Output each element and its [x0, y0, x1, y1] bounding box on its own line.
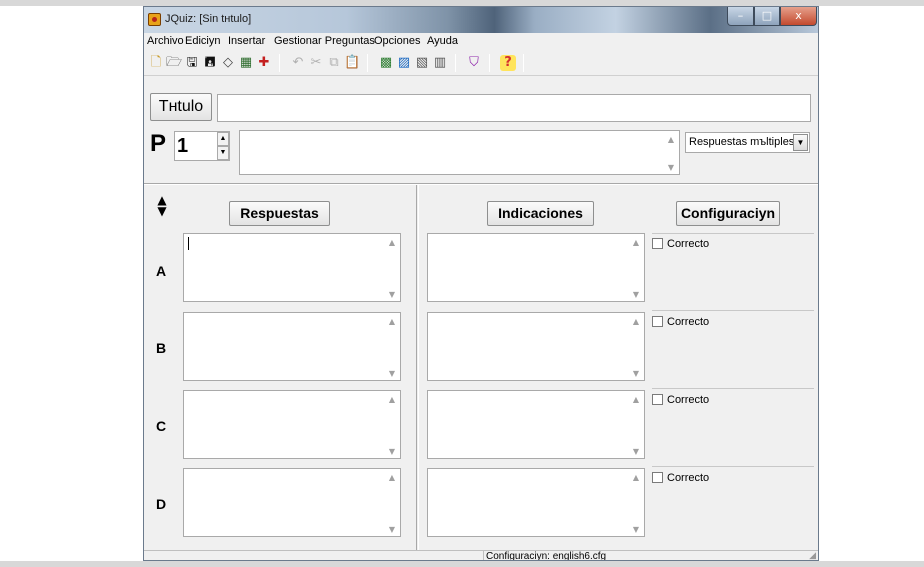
save-as-icon[interactable]: 🖪 — [202, 55, 218, 71]
checkbox-icon[interactable] — [652, 394, 663, 405]
menu-gestionar-preguntas[interactable]: Gestionar Preguntas — [274, 35, 375, 47]
undo-icon[interactable]: ↶ — [290, 55, 306, 71]
respuestas-button[interactable]: Respuestas — [229, 201, 330, 226]
indicaciones-button[interactable]: Indicaciones — [487, 201, 594, 226]
checkbox-icon[interactable] — [652, 316, 663, 327]
correct-a-checkbox[interactable]: Correcto — [652, 238, 709, 250]
answer-a-field[interactable]: ▲ ▼ — [183, 233, 401, 302]
answer-c-scrollbar[interactable]: ▲ ▼ — [384, 391, 400, 458]
menu-bar: Archivo Ediciуn Insertar Gestionar Pregu… — [144, 33, 818, 50]
feedback-c-scrollbar[interactable]: ▲ ▼ — [628, 391, 644, 458]
jquiz-window: JQuiz: [Sin tнtulo] – □ x Archivo Ediciу… — [143, 6, 819, 561]
correct-a-label: Correcto — [667, 238, 710, 250]
arrow-down-icon[interactable]: ✚ — [256, 55, 272, 71]
configuracion-button[interactable]: Configuraciуn — [676, 201, 780, 226]
row-label-b: B — [156, 340, 167, 356]
toolbar-separator — [367, 54, 368, 72]
question-type-value: Respuestas mъltiples — [689, 136, 795, 148]
question-label: P — [150, 130, 167, 157]
toolbar-separator — [279, 54, 280, 72]
answer-c-field[interactable]: ▲ ▼ — [183, 390, 401, 459]
paste-icon[interactable]: 📋 — [344, 55, 360, 71]
save-icon[interactable]: 🖫 — [184, 55, 200, 71]
panel-separator — [416, 185, 419, 550]
status-config: Configuraciуn: english6.cfg — [483, 551, 606, 560]
text-cursor — [188, 237, 189, 250]
reorder-arrows-icon[interactable]: ▲ ▼ — [151, 194, 173, 225]
open-icon[interactable]: 🗁 — [166, 55, 182, 71]
minimize-button[interactable]: – — [727, 7, 754, 26]
window-title: JQuiz: [Sin tнtulo] — [165, 13, 252, 25]
feedback-d-scrollbar[interactable]: ▲ ▼ — [628, 469, 644, 536]
toolbar-separator — [489, 54, 490, 72]
row-separator — [652, 466, 814, 467]
question-text-area[interactable]: ▲ ▼ — [239, 130, 680, 175]
answer-d-field[interactable]: ▲ ▼ — [183, 468, 401, 537]
question-scrollbar[interactable]: ▲ ▼ — [663, 131, 679, 174]
row-label-d: D — [156, 496, 167, 512]
correct-d-label: Correcto — [667, 472, 710, 484]
toolbar-separator — [523, 54, 524, 72]
menu-opciones[interactable]: Opciones — [374, 35, 420, 47]
feedback-a-field[interactable]: ▲ ▼ — [427, 233, 645, 302]
correct-c-checkbox[interactable]: Correcto — [652, 394, 709, 406]
checkbox-icon[interactable] — [652, 238, 663, 249]
spinner-down-icon[interactable]: ▼ — [217, 146, 229, 160]
delete-answer-icon[interactable]: ▥ — [432, 55, 448, 71]
new-icon[interactable]: 🗋 — [148, 55, 164, 71]
question-number: 1 — [177, 135, 189, 157]
toolbar: 🗋 🗁 🖫 🖪 ◇ ▦ ✚ ↶ ✂ ⧉ 📋 ▩ ▨ ▧ ▥ ⛉ ? — [144, 50, 818, 76]
copy-icon[interactable]: ⧉ — [326, 55, 342, 71]
correct-b-checkbox[interactable]: Correcto — [652, 316, 709, 328]
correct-d-checkbox[interactable]: Correcto — [652, 472, 709, 484]
row-label-a: A — [156, 263, 167, 279]
close-button[interactable]: x — [780, 7, 817, 26]
row-separator — [652, 388, 814, 389]
feedback-d-field[interactable]: ▲ ▼ — [427, 468, 645, 537]
feedback-c-field[interactable]: ▲ ▼ — [427, 390, 645, 459]
edit-question-icon[interactable]: ▨ — [396, 55, 412, 71]
title-bar[interactable]: JQuiz: [Sin tнtulo] – □ x — [144, 7, 818, 33]
feedback-b-field[interactable]: ▲ ▼ — [427, 312, 645, 381]
title-button[interactable]: Tнtulo — [150, 93, 212, 121]
correct-c-label: Correcto — [667, 394, 710, 406]
screen-bottom-border — [0, 561, 924, 567]
export-icon[interactable]: ▦ — [238, 55, 254, 71]
cut-icon[interactable]: ✂ — [308, 55, 324, 71]
feedback-b-scrollbar[interactable]: ▲ ▼ — [628, 313, 644, 380]
question-type-select[interactable]: Respuestas mъltiples ▼ — [685, 132, 810, 153]
checkbox-icon[interactable] — [652, 472, 663, 483]
row-separator — [652, 233, 814, 234]
correct-b-label: Correcto — [667, 316, 710, 328]
menu-ayuda[interactable]: Ayuda — [427, 35, 458, 47]
eraser-icon[interactable]: ◇ — [220, 55, 236, 71]
app-icon — [148, 13, 161, 26]
export-web-icon[interactable]: ⛉ — [466, 55, 482, 71]
menu-edicion[interactable]: Ediciуn — [185, 35, 220, 47]
feedback-a-scrollbar[interactable]: ▲ ▼ — [628, 234, 644, 301]
title-input[interactable] — [217, 94, 811, 122]
row-label-c: C — [156, 418, 167, 434]
answer-b-field[interactable]: ▲ ▼ — [183, 312, 401, 381]
question-number-spinner[interactable]: 1 ▲ ▼ — [174, 131, 230, 161]
answer-a-scrollbar[interactable]: ▲ ▼ — [384, 234, 400, 301]
toolbar-separator — [455, 54, 456, 72]
help-icon[interactable]: ? — [500, 55, 516, 71]
resize-grip-icon[interactable]: ◢ — [809, 551, 816, 560]
header-separator — [144, 183, 818, 185]
menu-insertar[interactable]: Insertar — [228, 35, 265, 47]
chevron-down-icon[interactable]: ▼ — [793, 134, 808, 151]
menu-archivo[interactable]: Archivo — [147, 35, 184, 47]
add-answer-icon[interactable]: ▧ — [414, 55, 430, 71]
answer-d-scrollbar[interactable]: ▲ ▼ — [384, 469, 400, 536]
answer-b-scrollbar[interactable]: ▲ ▼ — [384, 313, 400, 380]
maximize-button[interactable]: □ — [754, 7, 780, 26]
row-separator — [652, 310, 814, 311]
status-bar: Configuraciуn: english6.cfg ◢ — [144, 550, 818, 560]
spinner-up-icon[interactable]: ▲ — [217, 132, 229, 146]
add-question-icon[interactable]: ▩ — [378, 55, 394, 71]
